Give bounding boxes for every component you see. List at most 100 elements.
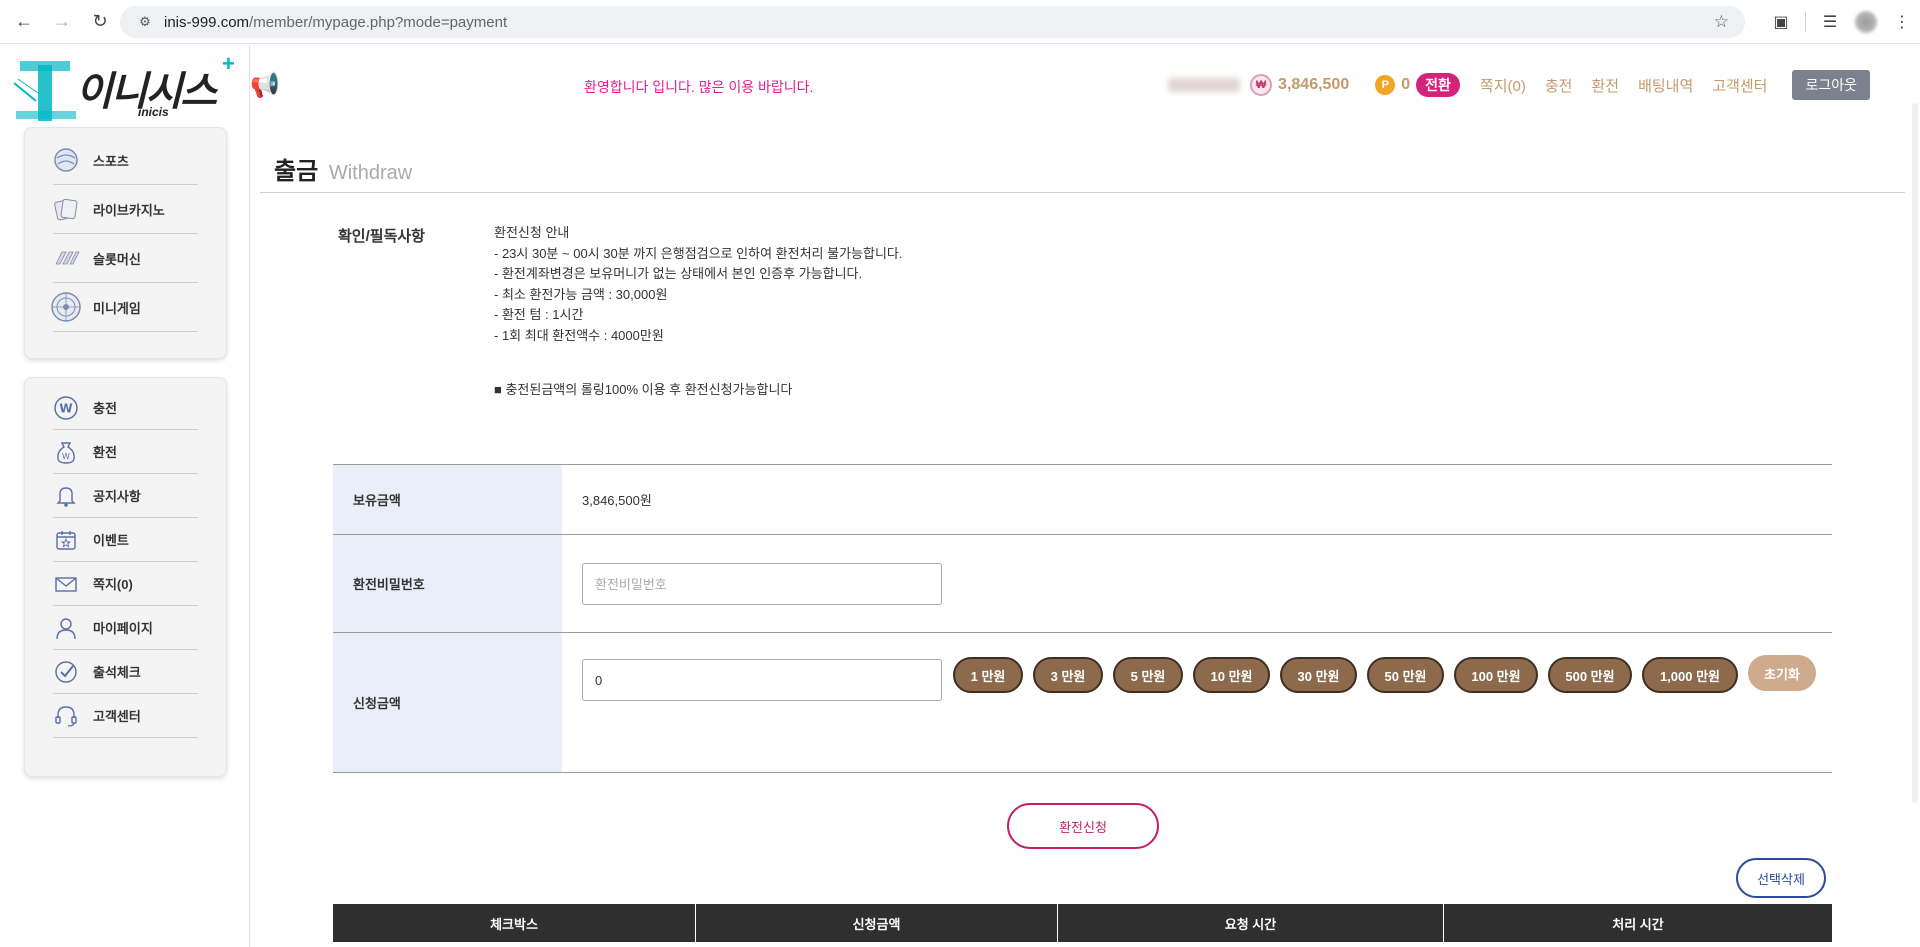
extensions-icon[interactable]: ▣	[1763, 12, 1799, 32]
megaphone-icon: 📢	[250, 72, 280, 99]
amount-5-button[interactable]: 5 만원	[1113, 657, 1183, 693]
notice-label: 확인/필독사항	[338, 228, 425, 245]
amount-30-button[interactable]: 30 만원	[1280, 657, 1357, 693]
nav-bet-history[interactable]: 배팅내역	[1638, 75, 1693, 96]
nav-deposit[interactable]: 충전	[1545, 75, 1573, 96]
balance-label: 보유금액	[333, 465, 562, 534]
site-logo[interactable]: 이니시스 + inicis	[14, 51, 240, 125]
amount-label: 신청금액	[333, 633, 562, 772]
amount-10-button[interactable]: 10 만원	[1193, 657, 1270, 693]
password-label: 환전비밀번호	[333, 535, 562, 632]
headset-icon	[49, 699, 83, 733]
amount-cell: 0 1 만원 3 만원 5 만원 10 만원 30 만원 50 만원 100 만…	[562, 633, 1832, 772]
sidebar-item-label: 스포츠	[93, 153, 129, 169]
column-header-process-time: 처리 시간	[1612, 916, 1664, 932]
calendar-star-icon	[49, 523, 83, 557]
column-header-amount: 신청금액	[696, 904, 1058, 942]
toolbar-divider	[1805, 12, 1806, 32]
sidebar-item-label: 출석체크	[93, 665, 141, 680]
amount-input[interactable]: 0	[582, 659, 942, 701]
sidebar-item-label: 공지사항	[93, 489, 141, 504]
top-nav: ₩ 3,846,500 P 0 전환 쪽지(0) 충전 환전 배팅내역 고객센터…	[1168, 70, 1870, 100]
svg-text:W: W	[62, 452, 70, 461]
envelope-icon	[49, 567, 83, 601]
withdraw-password-input[interactable]: 환전비밀번호	[582, 562, 942, 605]
notice-line: 환전신청 안내	[494, 225, 570, 240]
welcome-message: 환영합니다 입니다. 많은 이용 바랍니다.	[584, 79, 814, 95]
notice-line: - 환전 텀 : 1시간	[494, 307, 584, 322]
scrollbar-thumb[interactable]	[1912, 103, 1918, 803]
bookmark-star-icon[interactable]: ☆	[1714, 12, 1729, 32]
sidebar-item-sports[interactable]: 스포츠	[53, 136, 198, 185]
password-row: 환전비밀번호 환전비밀번호	[333, 535, 1832, 633]
nav-customer-center[interactable]: 고객센터	[1712, 75, 1767, 96]
reload-icon[interactable]: ↻	[86, 8, 114, 36]
forward-arrow-icon[interactable]: →	[48, 8, 76, 36]
amount-1000-button[interactable]: 1,000 만원	[1642, 657, 1738, 693]
amount-row: 신청금액 0 1 만원 3 만원 5 만원 10 만원 30 만원 50 만원 …	[333, 633, 1832, 773]
sidebar-item-label: 미니게임	[93, 300, 141, 316]
convert-button[interactable]: 전환	[1416, 73, 1460, 97]
sidebar-item-customer-center[interactable]: 고객센터	[53, 694, 198, 738]
notice-line: - 환전계좌변경은 보유머니가 없는 상태에서 본인 인증후 가능합니다.	[494, 266, 863, 281]
balance-value: 3,846,500원	[582, 493, 652, 508]
rolling-notice: ■ 충전된금액의 롤링100% 이용 후 환전신청가능합니다	[494, 382, 793, 397]
column-header-checkbox: 체크박스	[333, 904, 696, 942]
amount-1-button[interactable]: 1 만원	[953, 657, 1023, 693]
sidebar-item-minigame[interactable]: 미니게임	[51, 283, 198, 332]
url-text[interactable]: inis-999.com/member/mypage.php?mode=paym…	[164, 14, 507, 31]
delete-selected-button[interactable]: 선택삭제	[1736, 858, 1826, 898]
balance-row: 보유금액 3,846,500원	[333, 465, 1832, 535]
browser-toolbar: ← → ↻ ⚙ inis-999.com/member/mypage.php?m…	[0, 0, 1920, 44]
sidebar-menu: W 충전 W 환전 공지사항 이벤트 쪽지(0) 마이페이지 출석체크 고객센터	[24, 377, 227, 777]
money-bag-icon: W	[49, 435, 83, 469]
sidebar-item-label: 슬롯머신	[93, 251, 141, 267]
sidebar-item-slot[interactable]: 슬롯머신	[53, 234, 198, 283]
sidebar-item-notice[interactable]: 공지사항	[53, 474, 198, 518]
logout-button[interactable]: 로그아웃	[1792, 70, 1870, 100]
amount-100-button[interactable]: 100 만원	[1454, 657, 1538, 693]
nav-withdraw[interactable]: 환전	[1591, 75, 1619, 96]
url-host: inis-999.com	[164, 13, 250, 31]
sidebar-item-label: 마이페이지	[93, 621, 153, 636]
site-info-icon[interactable]: ⚙	[130, 14, 160, 30]
sidebar-item-messages[interactable]: 쪽지(0)	[53, 562, 198, 606]
address-bar[interactable]: ⚙ inis-999.com/member/mypage.php?mode=pa…	[120, 6, 1745, 38]
media-control-icon[interactable]: ☰	[1812, 12, 1848, 32]
cards-icon	[49, 192, 83, 226]
sidebar-divider	[249, 45, 250, 947]
won-coin-icon: ₩	[1250, 74, 1273, 96]
sidebar-item-event[interactable]: 이벤트	[53, 518, 198, 562]
plus-icon: +	[222, 51, 235, 76]
amount-3-button[interactable]: 3 만원	[1033, 657, 1103, 693]
slot-machine-icon	[49, 241, 83, 275]
sidebar-games: 스포츠 라이브카지노 슬롯머신 미니게임	[24, 127, 227, 359]
sidebar-item-label: 이벤트	[93, 533, 129, 548]
page: 이니시스 + inicis 📢 환영합니다 입니다. 많은 이용 바랍니다. ₩…	[0, 45, 1920, 947]
sidebar-item-attendance[interactable]: 출석체크	[53, 650, 198, 694]
sidebar-item-label: 고객센터	[93, 709, 141, 724]
withdraw-list-header: 체크박스 신청금액 요청 시간 처리 시간	[333, 904, 1832, 942]
sidebar-item-live-casino[interactable]: 라이브카지노	[53, 185, 198, 234]
more-menu-icon[interactable]: ⋮	[1884, 12, 1920, 32]
withdraw-form: 보유금액 3,846,500원 환전비밀번호 환전비밀번호 신청금액 0 1 만…	[333, 464, 1832, 773]
sidebar-item-deposit[interactable]: W 충전	[53, 386, 198, 430]
amount-buttons: 1 만원 3 만원 5 만원 10 만원 30 만원 50 만원 100 만원 …	[953, 655, 1826, 693]
profile-avatar[interactable]	[1855, 11, 1877, 33]
reset-button[interactable]: 초기화	[1748, 655, 1816, 691]
point-icon: P	[1375, 75, 1396, 95]
back-arrow-icon[interactable]: ←	[10, 8, 38, 36]
sports-ball-icon	[49, 143, 83, 177]
amount-50-button[interactable]: 50 만원	[1367, 657, 1444, 693]
sidebar-item-withdraw[interactable]: W 환전	[53, 430, 198, 474]
scrollbar[interactable]	[1910, 45, 1920, 947]
withdraw-submit-button[interactable]: 환전신청	[1007, 803, 1159, 849]
sidebar-item-label: 쪽지(0)	[93, 577, 133, 592]
nav-messages[interactable]: 쪽지(0)	[1480, 75, 1526, 96]
svg-text:W: W	[59, 401, 72, 415]
money-balance: 3,846,500	[1278, 76, 1350, 93]
notice-line: - 23시 30분 ~ 00시 30분 까지 은행점검으로 인하여 환전처리 불…	[494, 245, 903, 261]
notice-line: - 최소 환전가능 금액 : 30,000원	[494, 286, 668, 302]
amount-500-button[interactable]: 500 만원	[1548, 657, 1632, 693]
sidebar-item-mypage[interactable]: 마이페이지	[53, 606, 198, 650]
